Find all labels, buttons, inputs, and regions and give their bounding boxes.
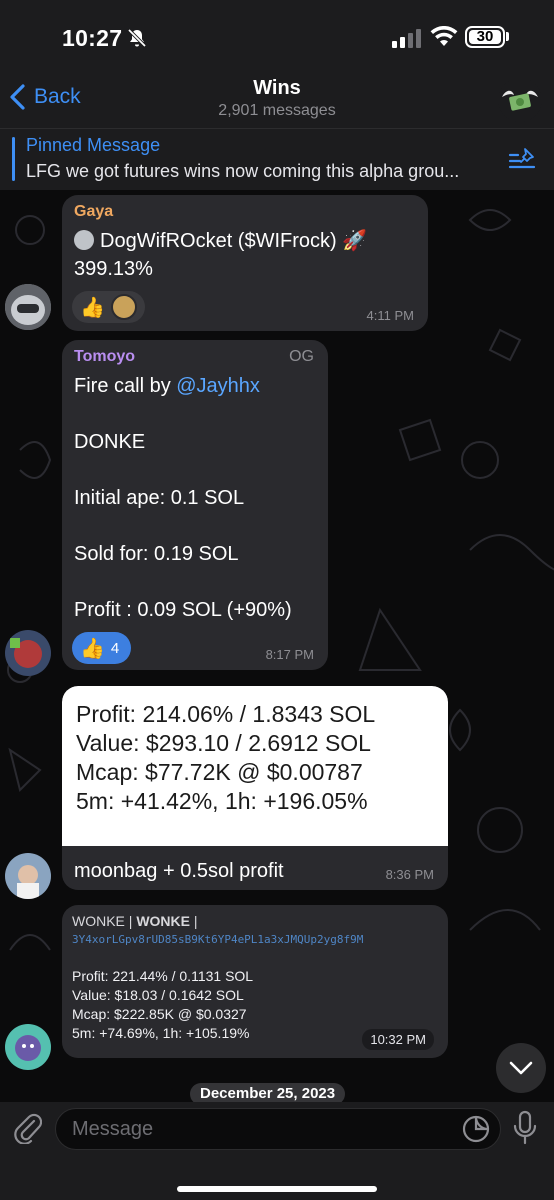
avatar[interactable] [5,1024,51,1070]
date-separator[interactable]: December 25, 2023 [190,1083,346,1102]
chat-avatar[interactable] [498,78,542,122]
message-line: Profit : 0.09 SOL (+90%) [74,599,292,621]
avatar[interactable] [5,630,51,676]
message-text: DogWifROcket ($WIFrock) 🚀 [74,227,367,255]
message-input[interactable] [55,1108,501,1150]
message-bubble[interactable]: Gaya DogWifROcket ($WIFrock) 🚀 399.13% 👍… [62,195,428,331]
sticker-icon[interactable] [462,1115,490,1143]
token-address-link[interactable]: 3Y4xorLGpv8rUD85sB9Kt6YP4ePL1a3xJMQUp2yg… [72,931,442,949]
reaction-thumbs-up[interactable]: 👍 4 [72,632,132,664]
signal-icon [392,29,421,48]
coin-icon [74,230,94,250]
home-indicator[interactable] [177,1186,377,1192]
wifi-icon [430,26,458,46]
pinned-text: LFG we got futures wins now coming this … [26,161,460,181]
message-bubble[interactable]: Profit: 214.06% / 1.8343 SOL Value: $293… [62,686,448,890]
battery-level: 30 [476,28,494,45]
bell-slash-icon [127,28,147,48]
thumbs-up-icon: 👍 [80,637,105,660]
trade-summary: WONKE | WONKE | 3Y4xorLGpv8rUD85sB9Kt6YP… [72,911,442,1043]
message-line: Fire call by @Jayhhx [74,375,260,397]
avatar[interactable] [5,284,51,330]
message-line: Initial ape: 0.1 SOL [74,487,245,509]
profit-line: Profit: 221.44% / 0.1131 SOL [72,968,254,984]
chat-title[interactable]: Wins [0,77,554,100]
mcap-line: Mcap: $222.85K @ $0.0327 [72,1006,247,1022]
sender-name[interactable]: Gaya [74,203,113,221]
message-bubble[interactable]: WONKE | WONKE | 3Y4xorLGpv8rUD85sB9Kt6YP… [62,905,448,1058]
chat-header: Back Wins 2,901 messages [0,74,554,128]
sender-name[interactable]: Tomoyo [74,348,135,366]
image-text-line: Mcap: $77.72K @ $0.00787 [76,759,363,785]
chat-area[interactable]: Gaya DogWifROcket ($WIFrock) 🚀 399.13% 👍… [0,190,554,1102]
message-line: DONKE [74,431,146,453]
image-text-line: Value: $293.10 / 2.6912 SOL [76,730,371,756]
paperclip-icon[interactable] [14,1112,42,1144]
pinned-label: Pinned Message [26,135,161,155]
message-time: 4:11 PM [366,308,414,323]
reactor-avatar [110,294,137,320]
message-line: Sold for: 0.19 SOL [74,543,239,565]
battery-icon: 30 [465,26,505,48]
image-text-line: Profit: 214.06% / 1.8343 SOL [76,701,376,727]
status-bar: 10:27 30 [0,0,554,74]
message-time: 8:36 PM [385,867,434,882]
chevron-down-icon [509,1061,533,1075]
pinned-message[interactable]: Pinned Message LFG we got futures wins n… [0,128,554,190]
message-line: 399.13% [74,258,153,280]
sender-badge: OG [289,348,314,365]
reaction-thumbs-up[interactable]: 👍 [72,291,145,323]
microphone-icon[interactable] [512,1110,538,1146]
token-header: WONKE | WONKE | [72,913,198,929]
image-text-line: 5m: +41.42%, 1h: +196.05% [76,788,368,814]
reaction-count: 4 [110,639,120,657]
message-caption: moonbag + 0.5sol profit [74,860,284,882]
message-count: 2,901 messages [218,102,336,119]
value-line: Value: $18.03 / 0.1642 SOL [72,987,244,1003]
screenshot-image[interactable]: Profit: 214.06% / 1.8343 SOL Value: $293… [62,686,448,846]
message-bubble[interactable]: Tomoyo OG Fire call by @Jayhhx DONKE Ini… [62,340,328,670]
mention-link[interactable]: @Jayhhx [176,375,260,397]
message-time: 10:32 PM [362,1029,434,1050]
money-wings-icon [502,90,538,111]
message-line: DogWifROcket ($WIFrock) 🚀 [100,230,368,252]
thumbs-up-icon: 👍 [80,296,105,319]
avatar[interactable] [5,853,51,899]
message-input-bar [0,1102,554,1200]
status-time: 10:27 [62,25,123,51]
scroll-down-button[interactable] [496,1043,546,1093]
message-time: 8:17 PM [265,647,314,662]
pin-list-icon[interactable] [508,147,536,173]
